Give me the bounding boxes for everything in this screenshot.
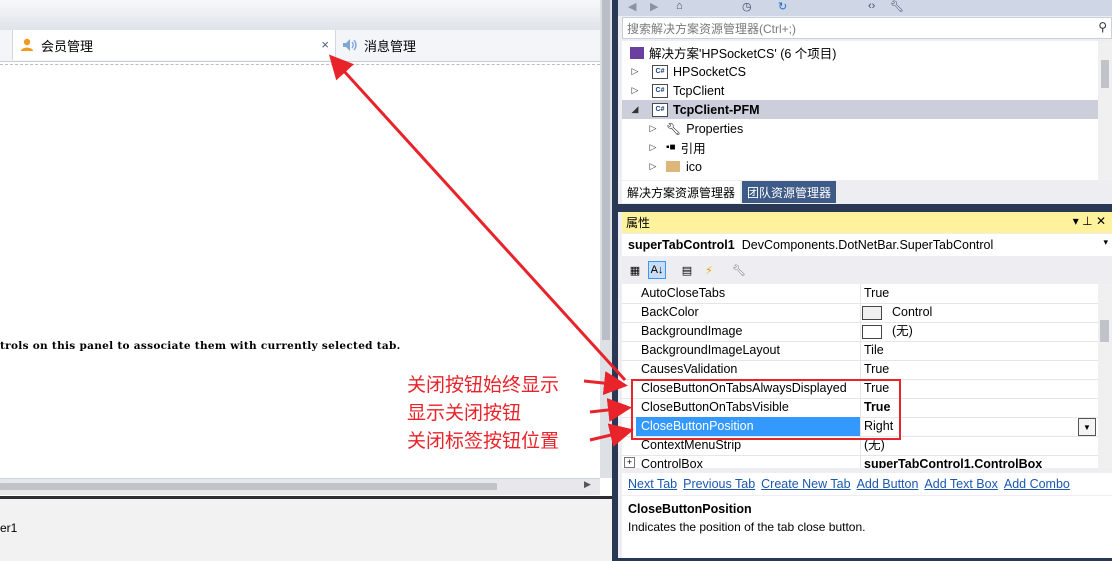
arrow-position	[589, 423, 634, 447]
arrow-always-displayed	[583, 371, 628, 396]
arrow-visible	[589, 398, 632, 422]
annotation-arrows	[328, 54, 634, 447]
arrow-to-close-button	[328, 54, 627, 382]
